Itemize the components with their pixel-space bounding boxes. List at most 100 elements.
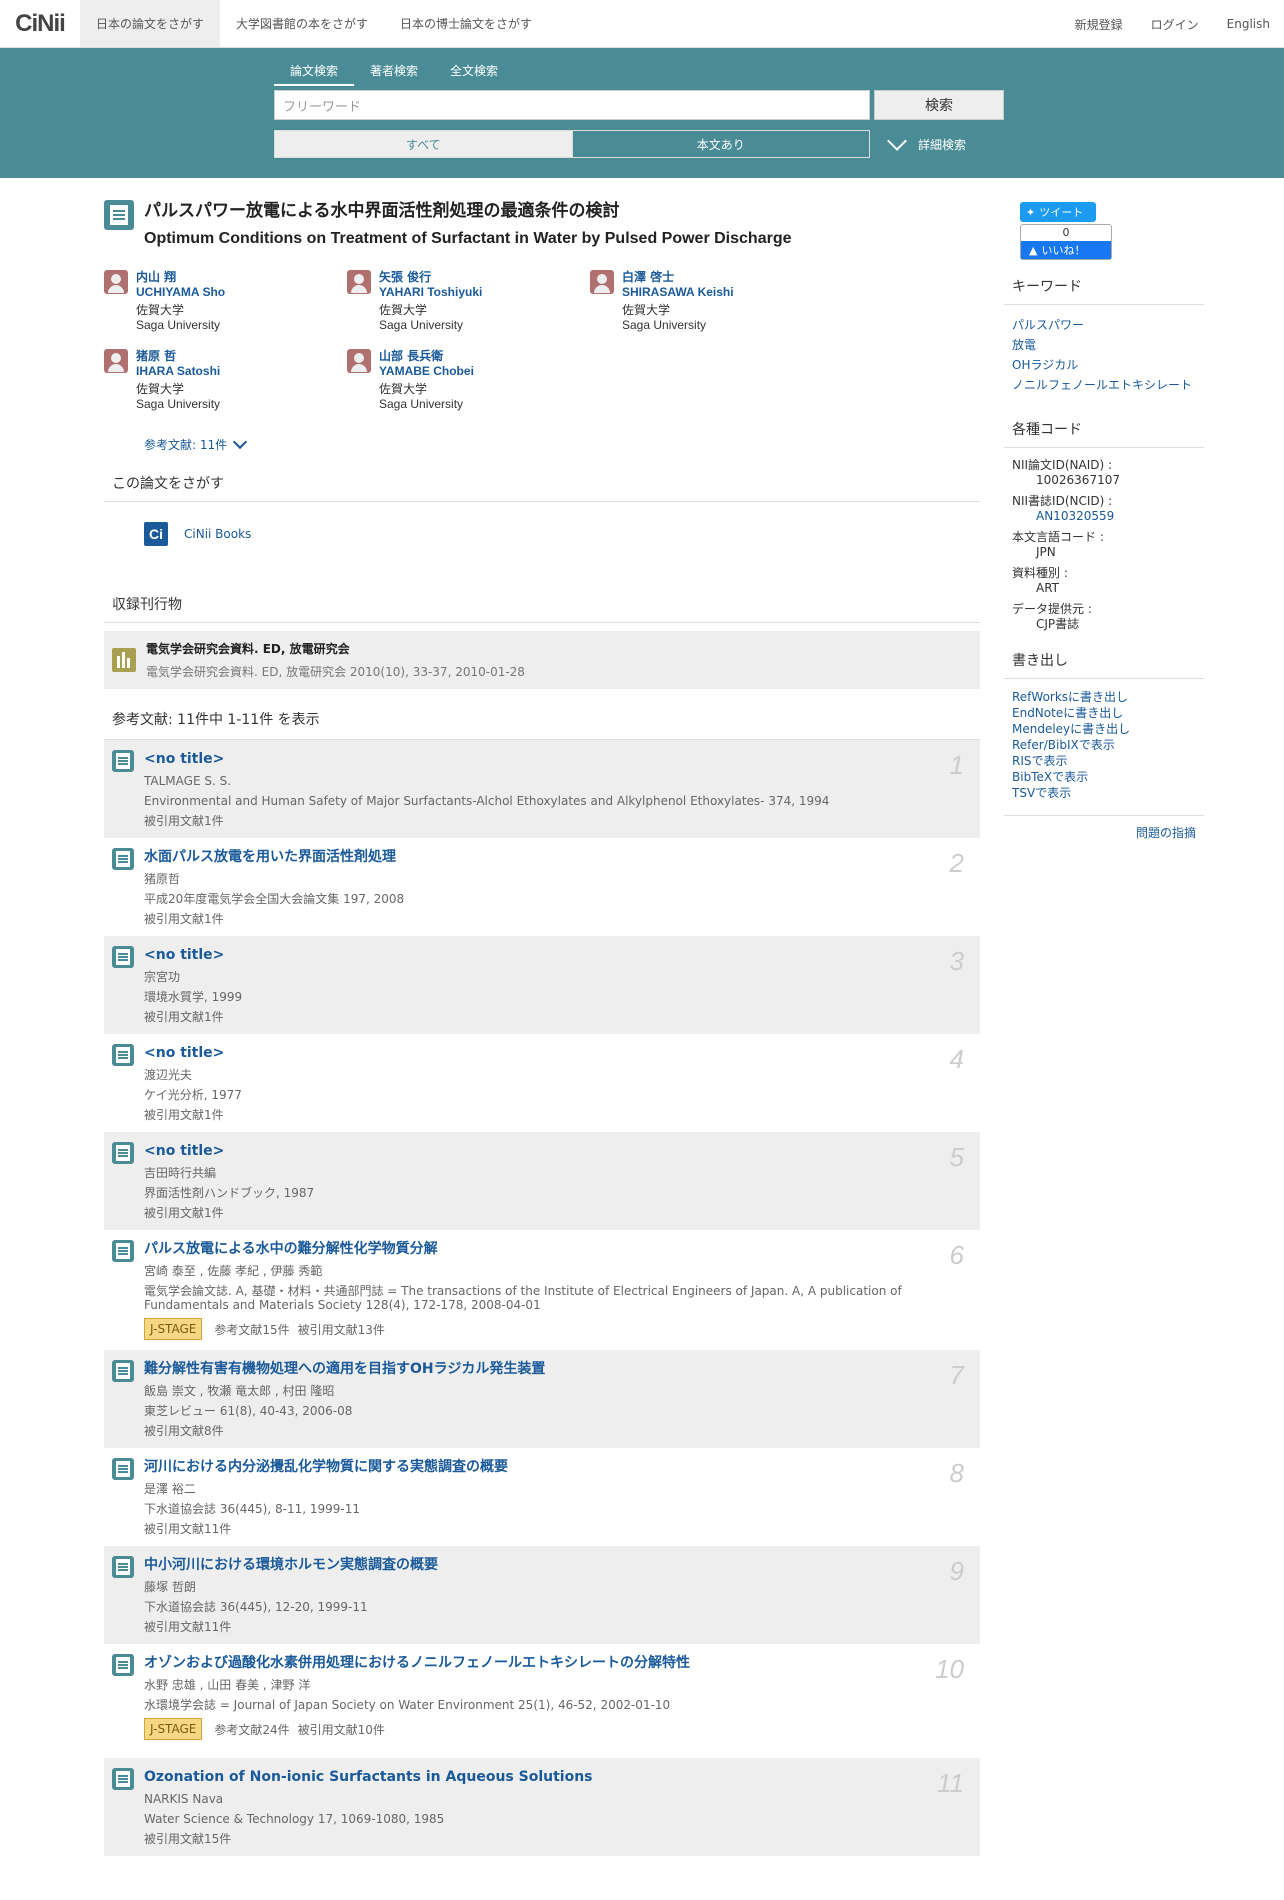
login-link[interactable]: ログイン <box>1137 16 1213 33</box>
reference-item: <no title> 渡辺光夫 ケイ光分析, 1977 被引用文献1件 4 <box>104 1034 980 1132</box>
reference-cited-count[interactable]: 被引用文献15件 <box>144 1832 924 1846</box>
search-button[interactable]: 検索 <box>874 90 1004 120</box>
report-problem-link[interactable]: 問題の指摘 <box>1004 815 1204 841</box>
journal-title[interactable]: 電気学会研究会資料. ED, 放電研究会 <box>146 640 525 657</box>
reference-cited-count[interactable]: 被引用文献1件 <box>144 1108 924 1122</box>
jstage-badge[interactable]: J-STAGE <box>144 1718 203 1740</box>
advanced-search-link[interactable]: 詳細検索 <box>887 130 967 158</box>
reference-title[interactable]: オゾンおよび過酸化水素併用処理におけるノニルフェノールエトキシレートの分解特性 <box>144 1654 924 1672</box>
reference-ref-count[interactable]: 参考文献15件 <box>214 1321 289 1338</box>
author-name-en[interactable]: IHARA Satoshi <box>136 364 220 379</box>
code-label: 資料種別 : <box>1012 566 1068 580</box>
reference-title[interactable]: 河川における内分泌攪乱化学物質に関する実態調査の概要 <box>144 1458 924 1476</box>
export-ris-link[interactable]: RISで表示 <box>1012 753 1196 769</box>
author-name-ja[interactable]: 内山 翔 <box>136 270 225 285</box>
reference-title[interactable]: 水面パルス放電を用いた界面活性剤処理 <box>144 848 924 866</box>
journal-entry: 電気学会研究会資料. ED, 放電研究会 電気学会研究会資料. ED, 放電研究… <box>104 631 980 689</box>
english-link[interactable]: English <box>1213 17 1284 31</box>
advanced-search-label: 詳細検索 <box>918 137 967 152</box>
cinii-logo[interactable]: CiNii <box>0 0 80 47</box>
like-widget: 0 ▲ いいね！ <box>1020 224 1112 260</box>
export-bibtex-link[interactable]: BibTeXで表示 <box>1012 769 1196 785</box>
register-link[interactable]: 新規登録 <box>1061 16 1137 33</box>
tab-article-search[interactable]: 論文検索 <box>274 62 354 86</box>
author-name-en[interactable]: YAHARI Toshiyuki <box>379 285 482 300</box>
reference-cited-count[interactable]: 被引用文献8件 <box>144 1424 924 1438</box>
reference-authors: 藤塚 哲朗 <box>144 1580 196 1594</box>
keyword-link[interactable]: 放電 <box>1012 335 1196 355</box>
reference-cited-count[interactable]: 被引用文献11件 <box>144 1522 924 1536</box>
like-button[interactable]: ▲ いいね！ <box>1021 241 1111 259</box>
keyword-link[interactable]: OHラジカル <box>1012 355 1196 375</box>
tweet-button[interactable]: ✦ ツイート <box>1020 202 1096 222</box>
reference-title[interactable]: <no title> <box>144 1142 924 1160</box>
export-endnote-link[interactable]: EndNoteに書き出し <box>1012 705 1196 721</box>
toggle-all[interactable]: すべて <box>275 131 572 157</box>
chevron-down-icon <box>887 131 907 151</box>
author-name-en[interactable]: SHIRASAWA Keishi <box>622 285 734 300</box>
export-refer-link[interactable]: Refer/BibIXで表示 <box>1012 737 1196 753</box>
sidebar: ✦ ツイート 0 ▲ いいね！ キーワード パルスパワー 放電 OHラジカル ノ… <box>1004 202 1204 841</box>
reference-cited-count[interactable]: 被引用文献10件 <box>298 1721 385 1738</box>
author-name-en[interactable]: UCHIYAMA Sho <box>136 285 225 300</box>
reference-item: 中小河川における環境ホルモン実態調査の概要 藤塚 哲朗 下水道協会誌 36(44… <box>104 1546 980 1644</box>
tab-fulltext-search[interactable]: 全文検索 <box>434 62 514 86</box>
reference-authors: 渡辺光夫 <box>144 1068 193 1082</box>
author-affiliation-en: Saga University <box>136 318 221 332</box>
reference-title[interactable]: <no title> <box>144 946 924 964</box>
search-band: 論文検索 著者検索 全文検索 フリーワード 検索 すべて 本文あり 詳細検索 <box>0 48 1284 178</box>
reference-cited-count[interactable]: 被引用文献1件 <box>144 1206 924 1220</box>
author-name-en[interactable]: YAMABE Chobei <box>379 364 474 379</box>
person-icon <box>347 270 371 294</box>
reference-title[interactable]: パルス放電による水中の難分解性化学物質分解 <box>144 1240 924 1258</box>
document-icon <box>112 1768 134 1790</box>
author-name-ja[interactable]: 山部 長兵衛 <box>379 349 474 364</box>
author-name-ja[interactable]: 猪原 哲 <box>136 349 220 364</box>
twitter-bird-icon: ✦ <box>1026 205 1036 219</box>
ncid-link[interactable]: AN10320559 <box>1012 508 1196 524</box>
reference-cited-count[interactable]: 被引用文献1件 <box>144 1010 924 1024</box>
author-name-ja[interactable]: 白澤 啓士 <box>622 270 734 285</box>
reference-source: 環境水質学, 1999 <box>144 990 243 1004</box>
keyword-link[interactable]: ノニルフェノールエトキシレート <box>1012 375 1196 395</box>
reference-title[interactable]: Ozonation of Non-ionic Surfactants in Aq… <box>144 1768 924 1786</box>
export-tsv-link[interactable]: TSVで表示 <box>1012 785 1196 801</box>
search-tabs: 論文検索 著者検索 全文検索 <box>274 62 514 86</box>
reference-source: 電気学会論文誌. A, 基礎・材料・共通部門誌 = The transactio… <box>144 1284 902 1312</box>
toggle-with-body[interactable]: 本文あり <box>571 131 869 157</box>
references-jump-label: 参考文献: 11件 <box>144 438 228 452</box>
jstage-badge[interactable]: J-STAGE <box>144 1318 203 1340</box>
reference-cited-count[interactable]: 被引用文献11件 <box>144 1620 924 1634</box>
reference-authors: 水野 忠雄 , 山田 春美 , 津野 洋 <box>144 1678 311 1692</box>
reference-source: 東芝レビュー 61(8), 40-43, 2006-08 <box>144 1404 353 1418</box>
export-refworks-link[interactable]: RefWorksに書き出し <box>1012 689 1196 705</box>
reference-cited-count[interactable]: 被引用文献1件 <box>144 912 924 926</box>
thumbs-up-icon: ▲ <box>1029 243 1038 257</box>
keywords-heading: キーワード <box>1004 276 1204 305</box>
cinii-books-link[interactable]: Ci CiNii Books <box>144 522 980 546</box>
search-input[interactable]: フリーワード <box>274 90 870 120</box>
reference-item: Ozonation of Non-ionic Surfactants in Aq… <box>104 1758 980 1856</box>
code-label: NII論文ID(NAID) : <box>1012 458 1113 472</box>
reference-cited-count[interactable]: 被引用文献1件 <box>144 814 924 828</box>
reference-title[interactable]: 難分解性有害有機物処理への適用を目指すOHラジカル発生装置 <box>144 1360 924 1378</box>
reference-source: 下水道協会誌 36(445), 12-20, 1999-11 <box>144 1600 368 1614</box>
keyword-link[interactable]: パルスパワー <box>1012 315 1196 335</box>
code-label: NII書誌ID(NCID) : <box>1012 494 1113 508</box>
references-jump-link[interactable]: 参考文献: 11件 <box>144 434 980 453</box>
author-affiliation-en: Saga University <box>622 318 707 332</box>
reference-ref-count[interactable]: 参考文献24件 <box>214 1721 289 1738</box>
tab-author-search[interactable]: 著者検索 <box>354 62 434 86</box>
reference-authors: 宗宮功 <box>144 970 181 984</box>
export-mendeley-link[interactable]: Mendeleyに書き出し <box>1012 721 1196 737</box>
nav-tab-dissertations[interactable]: 日本の博士論文をさがす <box>384 0 548 47</box>
reference-title[interactable]: <no title> <box>144 750 924 768</box>
reference-title[interactable]: 中小河川における環境ホルモン実態調査の概要 <box>144 1556 924 1574</box>
author-name-ja[interactable]: 矢張 俊行 <box>379 270 482 285</box>
reference-title[interactable]: <no title> <box>144 1044 924 1062</box>
nav-tab-articles[interactable]: 日本の論文をさがす <box>80 0 221 47</box>
nav-tab-books[interactable]: 大学図書館の本をさがす <box>220 0 384 47</box>
reference-cited-count[interactable]: 被引用文献13件 <box>298 1321 385 1338</box>
reference-authors: 是澤 裕二 <box>144 1482 196 1496</box>
reference-number: 1 <box>949 750 964 780</box>
